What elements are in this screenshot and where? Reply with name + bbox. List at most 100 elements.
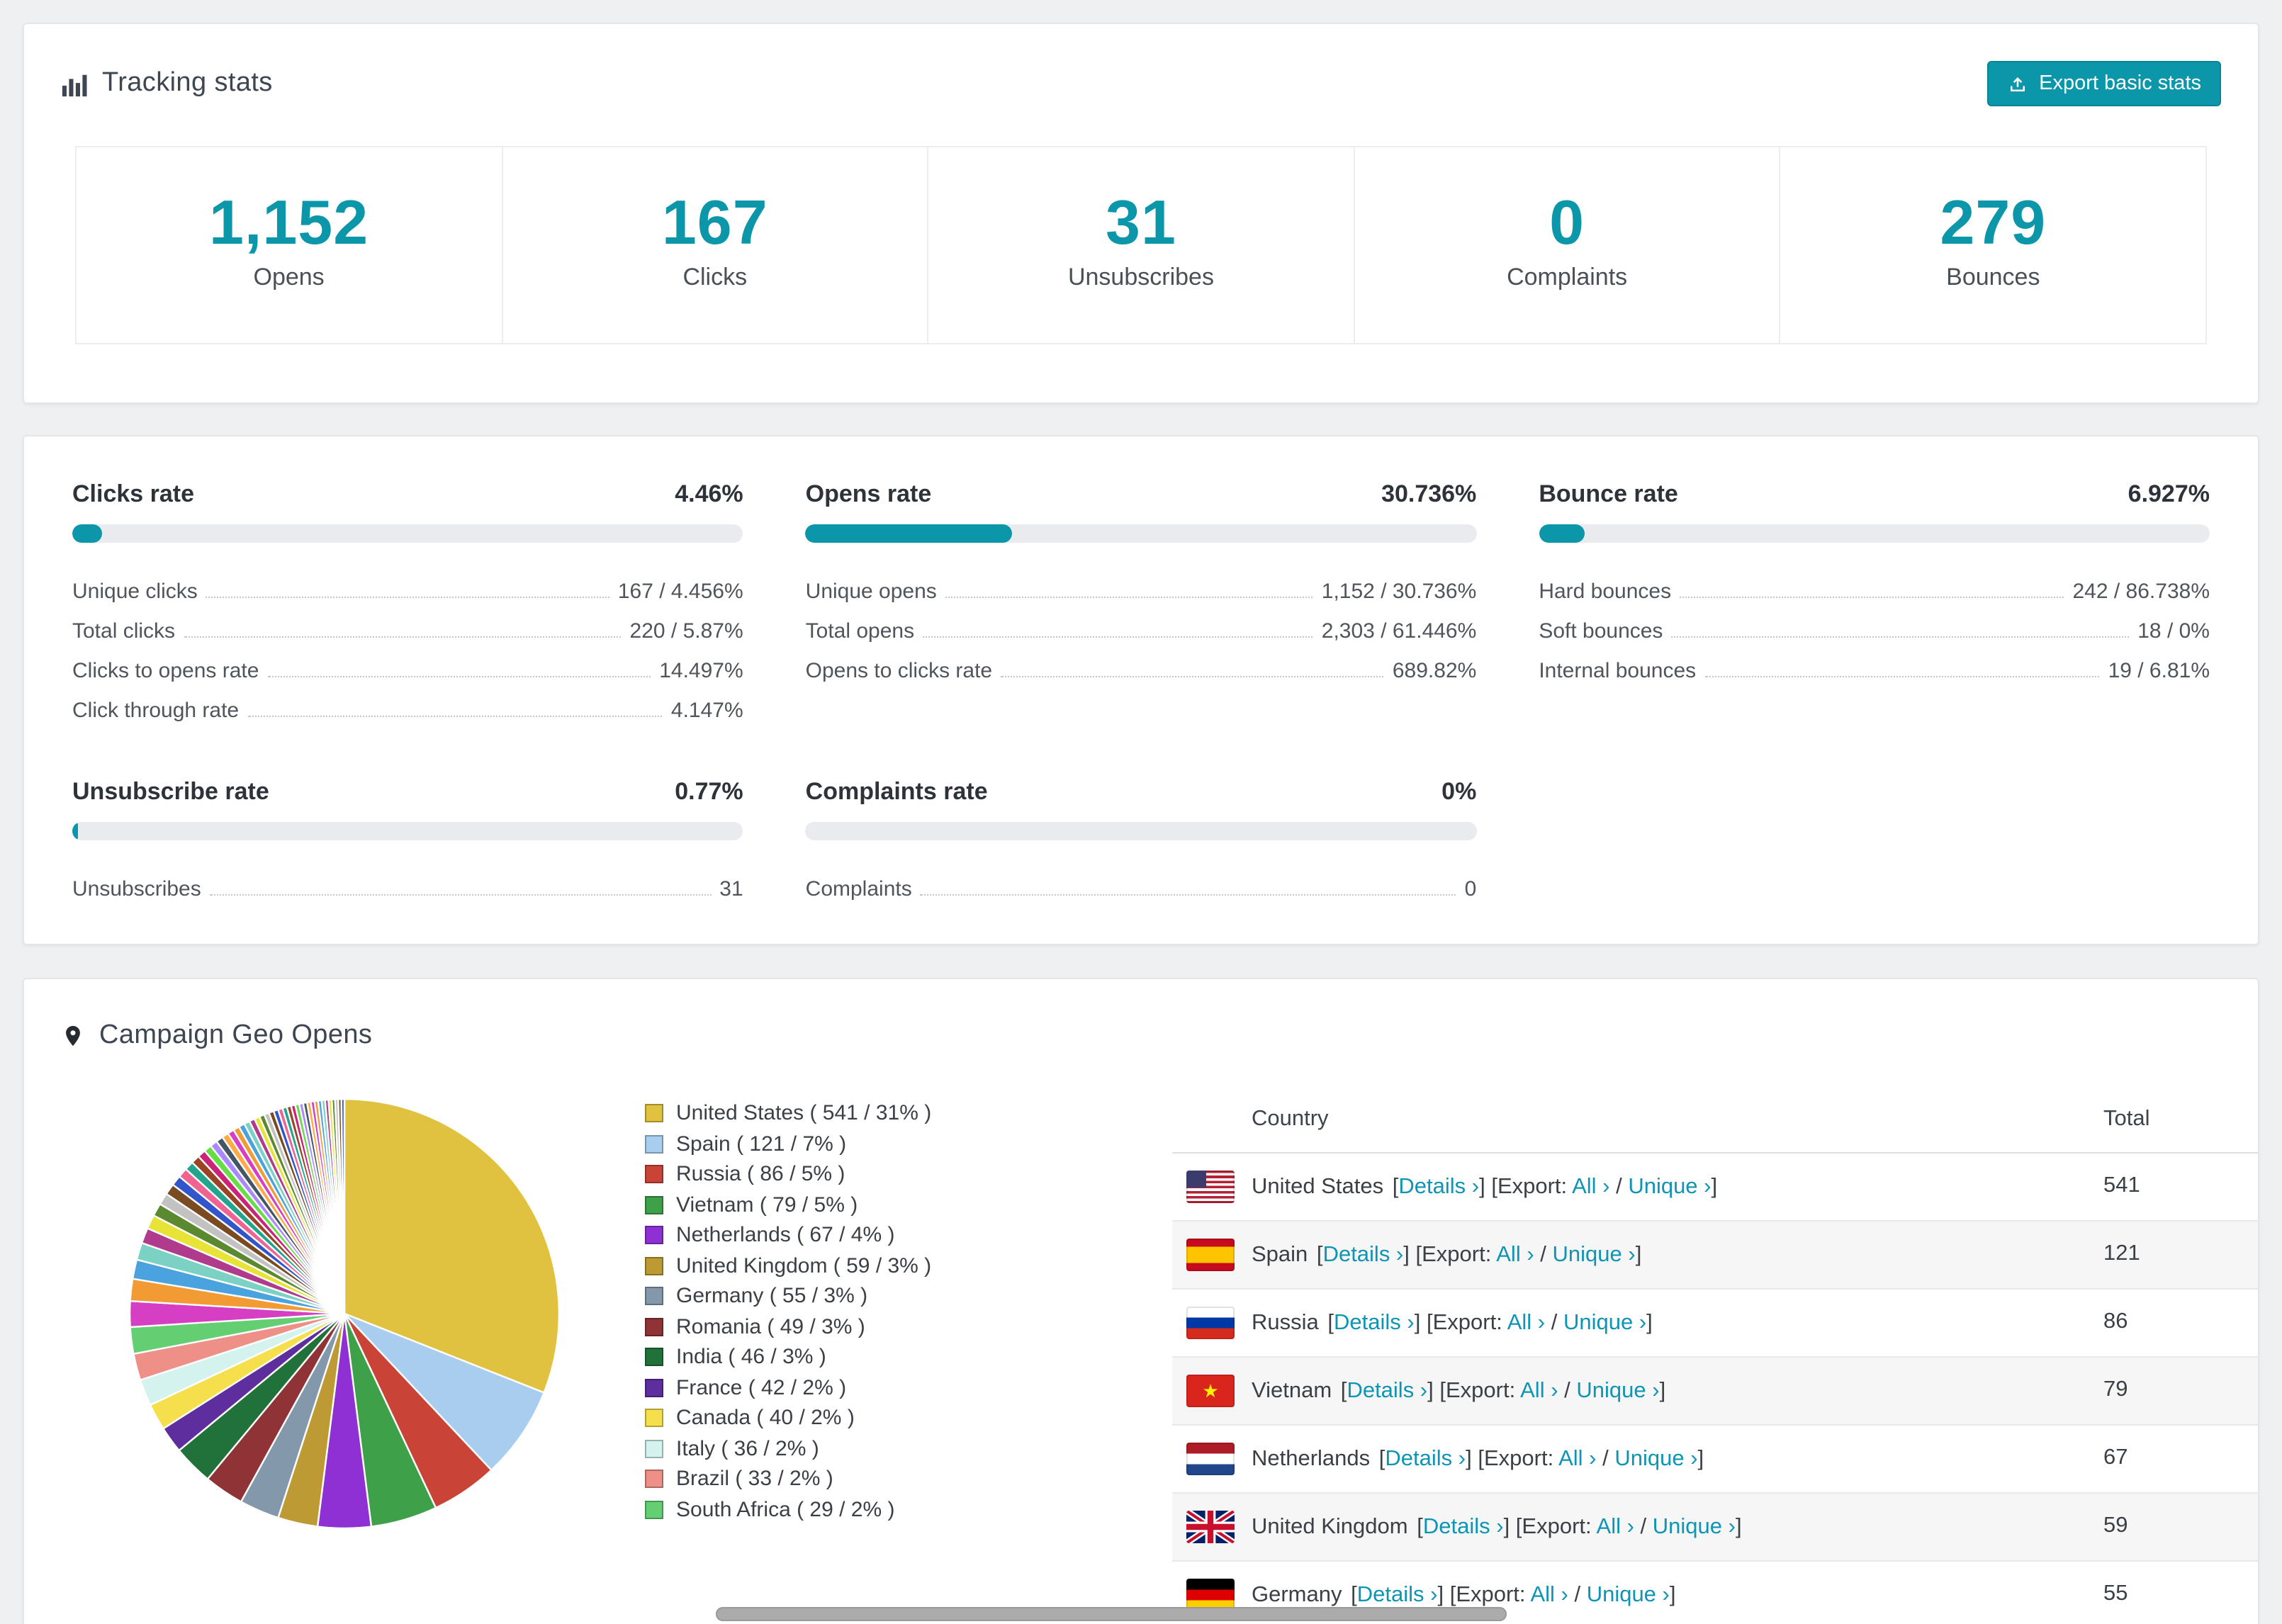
legend-item-brazil: Brazil ( 33 / 2% ) (645, 1464, 1172, 1494)
rate-title: Bounce rate (1539, 480, 1678, 507)
rate-stat-label: Unsubscribes (72, 877, 201, 901)
rates-card: Clicks rate 4.46% Unique clicks 167 / 4.456… (23, 435, 2259, 945)
rate-stat-row: Internal bounces 19 / 6.81% (1539, 643, 2210, 683)
export-all-link[interactable]: All › (1520, 1378, 1558, 1402)
legend-swatch (645, 1500, 663, 1519)
star-icon: ★ (1202, 1380, 1219, 1402)
dotted-leader (1704, 676, 2100, 677)
export-basic-stats-button[interactable]: Export basic stats (1986, 61, 2221, 106)
geo-table-header-row: Country Total (1172, 1087, 2258, 1153)
export-unique-link[interactable]: Unique › (1563, 1310, 1646, 1334)
legend-swatch (645, 1378, 663, 1397)
horizontal-scrollbar-thumb[interactable] (716, 1607, 1507, 1621)
country-column-header: Country (1172, 1087, 2103, 1153)
rate-stat-value: 19 / 6.81% (2108, 659, 2210, 683)
export-prefix: Export: (1456, 1582, 1531, 1606)
rates-grid: Clicks rate 4.46% Unique clicks 167 / 4.456… (24, 436, 2258, 944)
export-unique-link[interactable]: Unique › (1628, 1174, 1711, 1198)
rate-stat-label: Unique clicks (72, 580, 198, 604)
geo-legend: United States ( 541 / 31% ) Spain ( 121 /… (645, 1098, 1172, 1525)
details-link[interactable]: Details › (1423, 1514, 1504, 1538)
total-column-header: Total (2103, 1087, 2258, 1153)
export-prefix: Export: (1497, 1174, 1573, 1198)
details-link[interactable]: Details › (1323, 1242, 1404, 1266)
es-flag-icon (1186, 1238, 1235, 1271)
legend-swatch (645, 1439, 663, 1458)
rate-block-opens-rate: Opens rate 30.736% Unique opens 1,152 / 30.… (805, 479, 1477, 723)
details-link[interactable]: Details › (1398, 1174, 1479, 1198)
progress-track (1539, 524, 2210, 543)
us-flag-icon (1186, 1170, 1235, 1203)
rate-value: 0.77% (675, 778, 743, 805)
rate-stat-row: Total opens 2,303 / 61.446% (806, 604, 1477, 643)
rate-stat-row: Click through rate 4.147% (72, 683, 743, 723)
geo-row-united-states: United States [Details ›] [Export: All ›… (1172, 1152, 2258, 1221)
export-all-link[interactable]: All › (1507, 1310, 1545, 1334)
legend-swatch (645, 1134, 663, 1154)
dotted-leader (206, 597, 609, 598)
legend-swatch (645, 1317, 663, 1336)
rate-value: 30.736% (1381, 480, 1477, 507)
rate-stat-label: Total opens (805, 619, 915, 643)
export-all-link[interactable]: All › (1530, 1582, 1568, 1606)
details-link[interactable]: Details › (1357, 1582, 1438, 1606)
dotted-leader (209, 894, 712, 896)
export-unique-link[interactable]: Unique › (1653, 1514, 1736, 1538)
rate-stat-value: 1,152 / 30.736% (1321, 580, 1477, 604)
rate-stat-label: Soft bounces (1539, 619, 1663, 643)
country-name: Spain (1252, 1242, 1308, 1266)
rate-block-complaints-rate: Complaints rate 0% Complaints 0 (805, 777, 1477, 901)
legend-label: India ( 46 / 3% ) (676, 1345, 826, 1370)
geo-row-vietnam: ★ Vietnam [Details ›] [Export: All › / Un… (1172, 1356, 2258, 1425)
details-link[interactable]: Details › (1385, 1446, 1466, 1470)
legend-swatch (645, 1195, 663, 1214)
rate-stat-value: 167 / 4.456% (617, 580, 743, 604)
rate-stat-value: 220 / 5.87% (629, 619, 743, 643)
rate-stat-value: 2,303 / 61.446% (1321, 619, 1477, 643)
rate-stat-row: Soft bounces 18 / 0% (1539, 604, 2210, 643)
legend-item-spain: Spain ( 121 / 7% ) (645, 1129, 1172, 1159)
rate-block-unsubscribe-rate: Unsubscribe rate 0.77% Unsubscribes 31 (72, 777, 743, 901)
geo-pie-chart[interactable] (123, 1093, 566, 1535)
rate-stat-value: 242 / 86.738% (2072, 580, 2210, 604)
export-unique-link[interactable]: Unique › (1576, 1378, 1659, 1402)
rate-stat-row: Opens to clicks rate 689.82% (806, 643, 1477, 683)
export-all-link[interactable]: All › (1558, 1446, 1596, 1470)
campaign-geo-opens-card: Campaign Geo Opens United States ( 541 /… (23, 978, 2259, 1624)
details-link[interactable]: Details › (1334, 1310, 1415, 1334)
legend-item-india: India ( 46 / 3% ) (645, 1342, 1172, 1372)
rate-stat-row: Clicks to opens rate 14.497% (72, 643, 743, 683)
geo-pie-svg[interactable] (123, 1093, 566, 1535)
geo-total-value: 59 (2103, 1492, 2258, 1561)
export-prefix: Export: (1446, 1378, 1521, 1402)
rate-value: 4.46% (675, 480, 743, 507)
export-unique-link[interactable]: Unique › (1553, 1242, 1636, 1266)
stat-label: Bounces (1946, 264, 2040, 291)
legend-label: Romania ( 49 / 3% ) (676, 1314, 865, 1339)
stat-label: Unsubscribes (1067, 264, 1214, 291)
rate-stat-row: Unsubscribes 31 (72, 862, 743, 901)
stat-box-bounces: 279 Bounces (1781, 147, 2205, 343)
rate-title: Complaints rate (805, 778, 988, 805)
legend-swatch (645, 1409, 663, 1428)
geo-total-value: 67 (2103, 1424, 2258, 1493)
legend-swatch (645, 1165, 663, 1184)
geo-row-netherlands: Netherlands [Details ›] [Export: All › /… (1172, 1424, 2258, 1493)
legend-label: France ( 42 / 2% ) (676, 1375, 847, 1400)
map-pin-icon (66, 1025, 80, 1047)
geo-title: Campaign Geo Opens (99, 1020, 373, 1050)
details-link[interactable]: Details › (1347, 1378, 1427, 1402)
legend-label: Vietnam ( 79 / 5% ) (676, 1192, 858, 1217)
progress-fill (805, 524, 1012, 543)
rate-title: Clicks rate (72, 480, 194, 507)
rate-stat-label: Opens to clicks rate (805, 659, 993, 683)
export-unique-link[interactable]: Unique › (1614, 1446, 1697, 1470)
rate-stat-label: Internal bounces (1539, 659, 1697, 683)
dotted-leader (923, 636, 1313, 638)
legend-label: Brazil ( 33 / 2% ) (676, 1467, 833, 1492)
export-all-link[interactable]: All › (1572, 1174, 1609, 1198)
gb-flag-svg (1186, 1510, 1235, 1543)
export-all-link[interactable]: All › (1597, 1514, 1634, 1538)
export-all-link[interactable]: All › (1496, 1242, 1534, 1266)
export-unique-link[interactable]: Unique › (1587, 1582, 1670, 1606)
